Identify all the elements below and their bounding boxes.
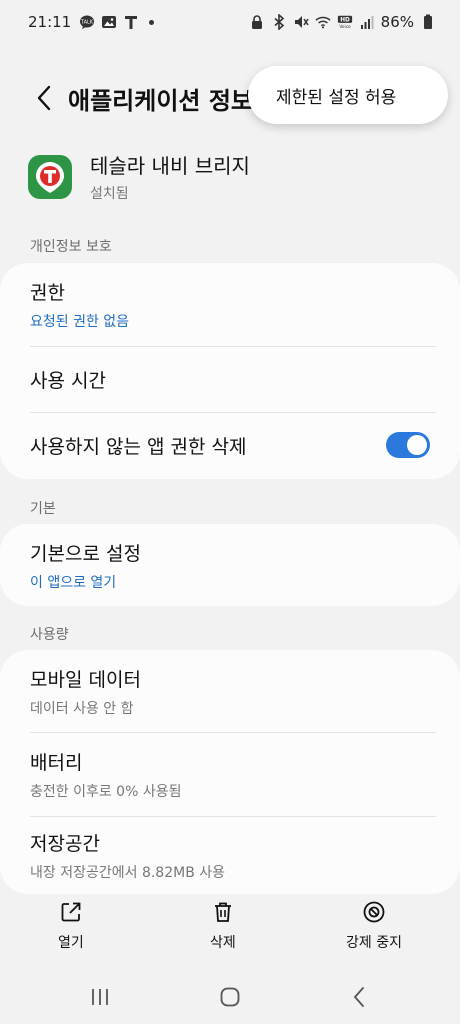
- image-icon: [101, 14, 117, 30]
- mute-icon: [293, 14, 309, 30]
- menu-item-allow-restricted-settings[interactable]: 제한된 설정 허용: [276, 83, 396, 108]
- svg-text:HD: HD: [340, 18, 350, 24]
- open-external-icon: [61, 902, 81, 922]
- set-default-row[interactable]: 기본으로 설정 이 앱으로 열기: [0, 524, 460, 606]
- battery-sub: 충전한 이후로 0% 사용됨: [30, 783, 182, 800]
- remove-permissions-row[interactable]: 사용하지 않는 앱 권한 삭제: [0, 412, 460, 478]
- open-button[interactable]: 열기: [58, 900, 84, 952]
- remove-permissions-toggle[interactable]: [386, 432, 430, 458]
- app-name: 테슬라 내비 브리지: [90, 154, 250, 178]
- uninstall-label: 삭제: [210, 935, 236, 951]
- dot-icon: [149, 19, 155, 25]
- status-time: 21:11: [28, 13, 72, 31]
- permissions-sub: 요청된 권한 없음: [30, 314, 130, 330]
- remove-permissions-title: 사용하지 않는 앱 권한 삭제: [30, 435, 247, 458]
- talk-icon: TALK: [79, 14, 95, 30]
- svg-text:Voice: Voice: [339, 24, 351, 30]
- recent-apps-icon: [92, 989, 108, 1005]
- wifi-icon: [315, 14, 331, 30]
- mobile-data-title: 모바일 데이터: [30, 668, 141, 691]
- mobile-data-sub: 데이터 사용 안 함: [30, 700, 134, 717]
- storage-title: 저장공간: [30, 832, 100, 855]
- set-default-sub: 이 앱으로 열기: [30, 574, 117, 591]
- force-stop-label: 강제 중지: [346, 935, 402, 951]
- battery-title: 배터리: [30, 751, 83, 774]
- screen-time-row[interactable]: 사용 시간: [0, 346, 460, 412]
- app-install-status: 설치됨: [90, 186, 129, 202]
- set-default-title: 기본으로 설정: [30, 542, 141, 565]
- chevron-left-icon: [37, 85, 51, 111]
- hd-voice-icon: HD Voice: [337, 14, 353, 30]
- privacy-card: 권한 요청된 권한 없음 사용 시간 사용하지 않는 앱 권한 삭제: [0, 263, 460, 479]
- battery-row[interactable]: 배터리 충전한 이후로 0% 사용됨: [0, 732, 460, 816]
- overflow-menu: 제한된 설정 허용: [248, 66, 448, 124]
- lock-icon: [249, 14, 265, 30]
- usage-card: 모바일 데이터 데이터 사용 안 함 배터리 충전한 이후로 0% 사용됨 저장…: [0, 650, 460, 894]
- signal-icon: [359, 14, 375, 30]
- force-stop-button[interactable]: 강제 중지: [346, 900, 402, 952]
- app-icon: [28, 154, 72, 199]
- toggle-knob: [407, 435, 427, 455]
- t-icon: [123, 14, 139, 30]
- storage-sub: 내장 저장공간에서 8.82MB 사용: [30, 864, 226, 881]
- open-label: 열기: [58, 935, 84, 951]
- bottom-actions: 열기 삭제 강제 중지: [0, 900, 460, 960]
- permissions-row[interactable]: 권한 요청된 권한 없음: [0, 263, 460, 346]
- nav-back-button[interactable]: [346, 984, 372, 1010]
- bluetooth-icon: [271, 14, 287, 30]
- section-label-usage: 사용량: [30, 627, 69, 643]
- basic-card: 기본으로 설정 이 앱으로 열기: [0, 524, 460, 606]
- battery-percent: 86%: [380, 13, 414, 31]
- svg-text:TALK: TALK: [80, 20, 94, 26]
- nav-back-icon: [353, 987, 364, 1007]
- back-button[interactable]: [24, 78, 64, 118]
- uninstall-button[interactable]: 삭제: [210, 900, 236, 952]
- section-label-privacy: 개인정보 보호: [30, 239, 112, 255]
- permissions-title: 권한: [30, 282, 65, 304]
- storage-row[interactable]: 저장공간 내장 저장공간에서 8.82MB 사용: [0, 816, 460, 894]
- home-icon: [220, 987, 240, 1007]
- trash-icon: [214, 902, 231, 922]
- navigation-bar: [0, 976, 460, 1016]
- section-label-basic: 기본: [30, 501, 56, 517]
- battery-icon: [420, 14, 436, 30]
- screen-time-title: 사용 시간: [30, 369, 106, 392]
- recent-apps-button[interactable]: [87, 984, 113, 1010]
- stop-icon: [363, 901, 385, 923]
- mobile-data-row[interactable]: 모바일 데이터 데이터 사용 안 함: [0, 650, 460, 732]
- page-title: 애플리케이션 정보: [68, 86, 253, 115]
- status-bar: 21:11 TALK HD Voice 86%: [0, 0, 460, 44]
- home-button[interactable]: [217, 984, 243, 1010]
- app-info: 테슬라 내비 브리지 설치됨: [28, 150, 250, 203]
